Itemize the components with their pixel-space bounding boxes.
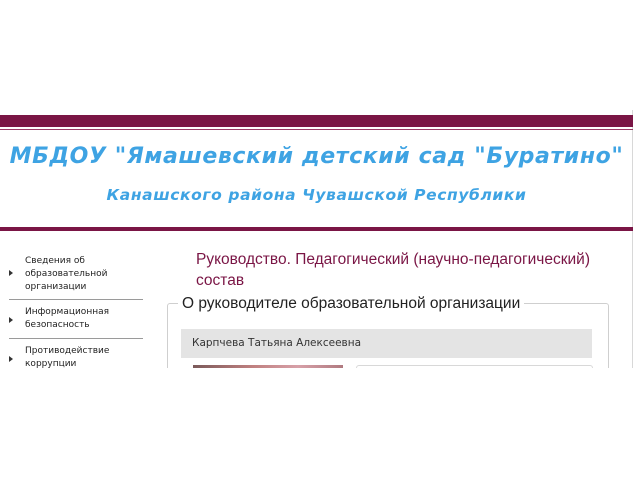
sidebar-item-anti-corruption[interactable]: Противодействие коррупции: [9, 344, 143, 368]
header-top-line: [0, 129, 633, 130]
site-title: МБДОУ "Ямашевский детский сад "Буратино": [9, 144, 624, 169]
sidebar-item-label: Сведения об образовательной организации: [25, 256, 108, 292]
triangle-right-icon: [9, 317, 13, 323]
browser-viewport: МБДОУ "Ямашевский детский сад "Буратино"…: [0, 110, 640, 368]
person-photo: [193, 365, 343, 368]
triangle-right-icon: [9, 270, 13, 276]
leader-section-legend: О руководителе образовательной организац…: [178, 294, 525, 314]
sidebar-item-label: Информационная безопасность: [25, 307, 110, 330]
sidebar-item-info-security[interactable]: Информационная безопасность: [9, 305, 143, 339]
page-heading: Руководство. Педагогический (научно-педа…: [196, 251, 590, 289]
person-card-header[interactable]: Карпчева Татьяна Алексеевна: [181, 329, 592, 358]
triangle-right-icon: [9, 356, 13, 362]
site-subtitle: Канашского района Чувашской Республики: [106, 186, 527, 204]
sidebar-item-label: Противодействие коррупции: [25, 346, 110, 368]
person-name: Карпчева Татьяна Алексеевна: [192, 337, 362, 349]
person-info-box: [356, 365, 593, 368]
page: { "header": { "title": "МБДОУ \"Ямашевск…: [0, 0, 640, 480]
header-top-bar: [0, 115, 633, 127]
sidebar-item-education-info[interactable]: Сведения об образовательной организации: [9, 255, 143, 300]
header-bottom-bar: [0, 227, 633, 231]
